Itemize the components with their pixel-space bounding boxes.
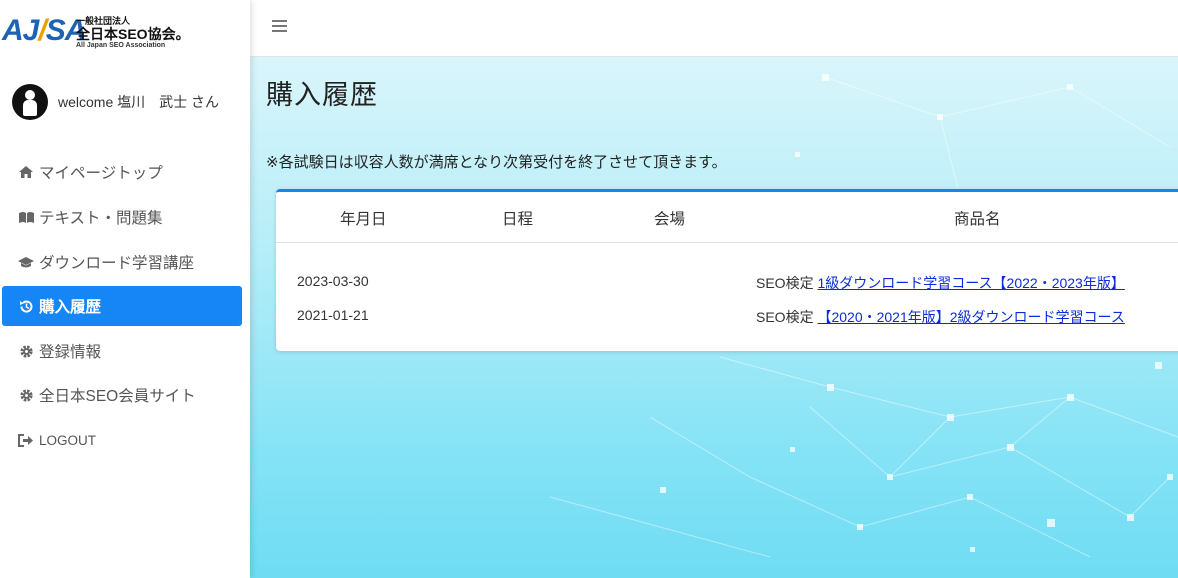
table-row: 2023-03-30 SEO検定 1級ダウンロード学習コース【2022・2023… [276,273,1178,303]
logo-text: 一般社団法人 全日本SEO協会。 All Japan SEO Associati… [76,16,190,50]
sidebar-item-texts[interactable]: テキスト・問題集 [2,197,242,237]
brand-logo[interactable]: AJ/SA 一般社団法人 全日本SEO協会。 All Japan SEO Ass… [0,12,250,58]
row-date: 2023-03-30 [297,273,369,289]
row-product: SEO検定 【2020・2021年版】2級ダウンロード学習コース [756,307,1125,327]
sign-out-icon [16,432,36,448]
sidebar-item-label: テキスト・問題集 [39,210,163,227]
page-title: 購入履歴 [266,80,378,111]
sidebar-item-label: 購入履歴 [39,299,102,316]
sidebar-item-label: マイページトップ [39,165,163,182]
org-english-name: All Japan SEO Association [76,42,166,49]
column-header-schedule: 日程 [502,210,534,228]
sidebar-item-label: ダウンロード学習講座 [39,255,195,272]
org-type-label: 一般社団法人 [76,16,131,26]
column-header-date: 年月日 [340,210,387,228]
logo-mark: AJ/SA [2,14,86,47]
graduation-cap-icon [16,254,36,270]
table-header: 年月日 日程 会場 商品名 [276,192,1178,243]
gear-icon [16,387,36,403]
sidebar-item-registration[interactable]: 登録情報 [2,331,242,371]
sidebar-item-download-course[interactable]: ダウンロード学習講座 [2,242,242,282]
sidebar-item-member-site[interactable]: 全日本SEO会員サイト [2,375,242,415]
purchase-history-table: 年月日 日程 会場 商品名 2023-03-30 SEO検定 1級ダウンロード学… [276,189,1178,351]
column-header-product: 商品名 [954,210,1001,228]
sidebar-item-label: LOGOUT [39,432,97,448]
sidebar-item-label: 全日本SEO会員サイト [39,388,196,405]
sidebar: AJ/SA 一般社団法人 全日本SEO協会。 All Japan SEO Ass… [0,0,250,578]
avatar [12,84,48,120]
menu-toggle-icon[interactable] [272,17,290,39]
sidebar-item-label: 登録情報 [39,344,102,361]
product-link[interactable]: 1級ダウンロード学習コース【2022・2023年版】 [817,275,1124,291]
column-header-venue: 会場 [654,210,686,228]
home-icon [16,164,36,180]
sidebar-item-purchase-history[interactable]: 購入履歴 [2,286,242,326]
org-name: 全日本SEO協会。 [76,26,190,42]
welcome-text: welcome 塩川 武士 さん [58,94,220,110]
book-icon [16,209,36,225]
main-content: 購入履歴 ※各試験日は収容人数が満席となり次第受付を終了させて頂きます。 年月日… [250,57,1178,578]
top-navbar [250,0,1178,57]
row-product: SEO検定 1級ダウンロード学習コース【2022・2023年版】 [756,273,1125,293]
product-link[interactable]: 【2020・2021年版】2級ダウンロード学習コース [817,309,1124,325]
history-icon [16,298,36,314]
logout-link[interactable]: LOGOUT [2,420,242,460]
table-row: 2021-01-21 SEO検定 【2020・2021年版】2級ダウンロード学習… [276,307,1178,337]
product-prefix: SEO検定 [756,275,818,291]
user-panel: welcome 塩川 武士 さん [12,84,248,120]
product-prefix: SEO検定 [756,309,818,325]
row-date: 2021-01-21 [297,307,369,323]
gear-icon [16,343,36,359]
notice-text: ※各試験日は収容人数が満席となり次第受付を終了させて頂きます。 [266,153,727,171]
sidebar-item-mypage-top[interactable]: マイページトップ [2,152,242,192]
